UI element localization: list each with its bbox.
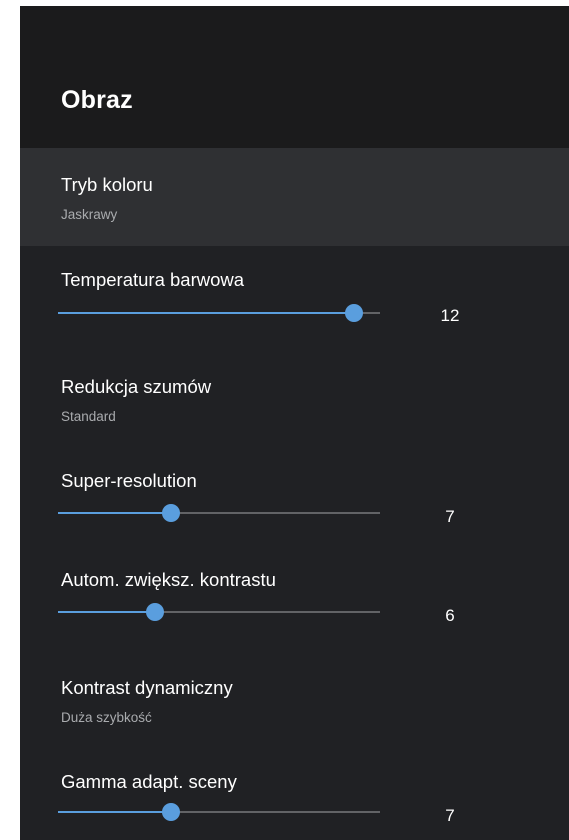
setting-auto-contrast[interactable]: Autom. zwiększ. kontrastu 6 bbox=[20, 548, 569, 648]
super-resolution-slider[interactable] bbox=[58, 503, 380, 523]
setting-label: Redukcja szumów bbox=[61, 376, 212, 397]
setting-label: Gamma adapt. sceny bbox=[61, 771, 237, 792]
header: Obraz bbox=[20, 6, 569, 148]
page-title: Obraz bbox=[61, 86, 133, 114]
setting-value: Jaskrawy bbox=[61, 207, 118, 222]
setting-scene-gamma[interactable]: Gamma adapt. sceny 7 bbox=[20, 750, 569, 840]
slider-fill bbox=[58, 512, 171, 514]
color-temperature-slider[interactable] bbox=[58, 303, 380, 323]
setting-dynamic-contrast[interactable]: Kontrast dynamiczny Duża szybkość bbox=[20, 648, 569, 750]
setting-noise-reduction[interactable]: Redukcja szumów Standard bbox=[20, 348, 569, 448]
slider-fill bbox=[58, 611, 155, 613]
setting-label: Tryb koloru bbox=[61, 174, 153, 195]
screen: Obraz Tryb koloru Jaskrawy Temperatura b… bbox=[0, 0, 569, 840]
slider-fill bbox=[58, 312, 355, 314]
slider-value: 12 bbox=[440, 306, 460, 325]
setting-label: Kontrast dynamiczny bbox=[61, 677, 233, 698]
setting-super-resolution[interactable]: Super-resolution 7 bbox=[20, 448, 569, 548]
setting-label: Autom. zwiększ. kontrastu bbox=[61, 569, 276, 590]
slider-value: 7 bbox=[445, 507, 455, 526]
setting-color-mode[interactable]: Tryb koloru Jaskrawy bbox=[20, 148, 569, 246]
slider-value: 6 bbox=[445, 606, 455, 625]
setting-label: Super-resolution bbox=[61, 470, 197, 491]
slider-knob[interactable] bbox=[161, 504, 180, 522]
auto-contrast-slider[interactable] bbox=[58, 602, 380, 622]
setting-value: Standard bbox=[61, 409, 116, 424]
slider-knob[interactable] bbox=[145, 603, 164, 621]
setting-label: Temperatura barwowa bbox=[61, 269, 245, 290]
setting-color-temperature[interactable]: Temperatura barwowa 12 bbox=[20, 246, 569, 348]
picture-settings-panel: Obraz Tryb koloru Jaskrawy Temperatura b… bbox=[20, 6, 569, 840]
setting-value: Duża szybkość bbox=[61, 710, 152, 725]
scene-gamma-slider[interactable] bbox=[58, 802, 380, 822]
slider-value: 7 bbox=[445, 806, 455, 825]
slider-knob[interactable] bbox=[345, 304, 364, 322]
slider-knob[interactable] bbox=[161, 803, 180, 821]
slider-fill bbox=[58, 811, 171, 813]
